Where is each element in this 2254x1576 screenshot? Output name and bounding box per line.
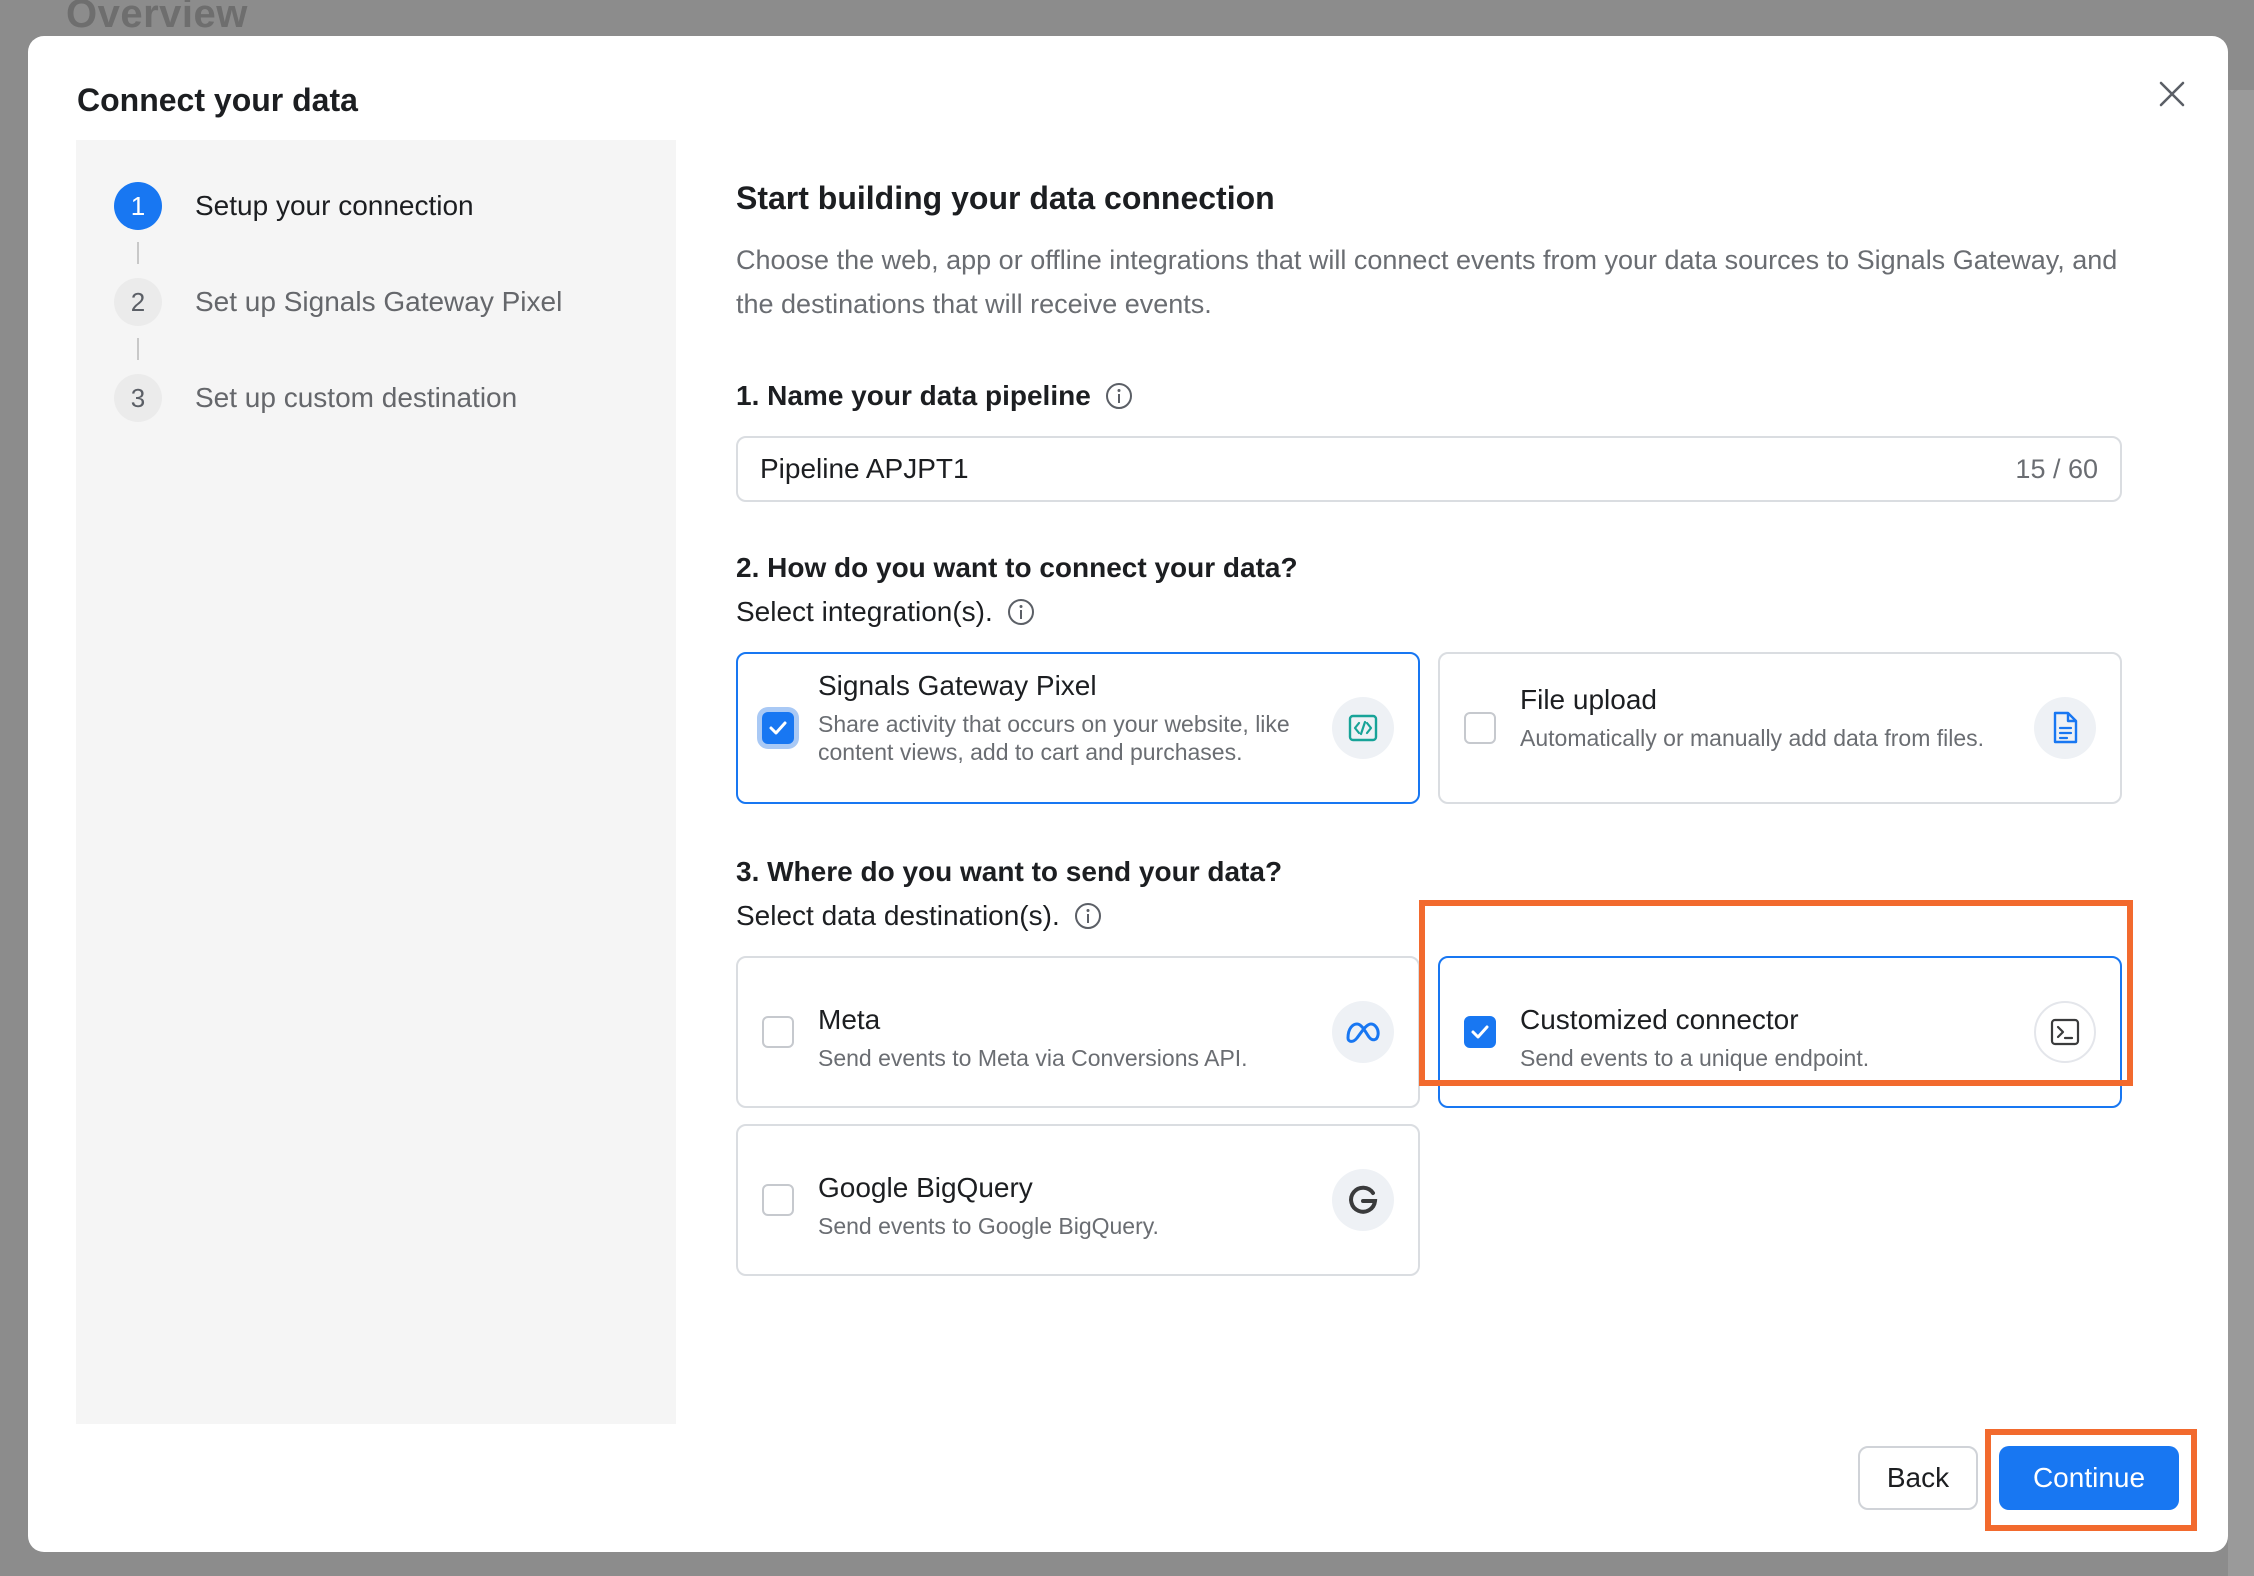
card-description: Automatically or manually add data from … [1520,725,1985,751]
section-3-label: 3. Where do you want to send your data? [736,856,1282,888]
destination-card-google-bigquery[interactable]: Google BigQuery Send events to Google Bi… [736,1124,1420,1276]
file-upload-checkbox[interactable] [1464,712,1496,744]
section-2-sublabel: Select integration(s). [736,596,1035,628]
terminal-icon [2034,1001,2096,1063]
close-button[interactable] [2152,74,2192,114]
signals-gateway-pixel-checkbox[interactable] [762,712,794,744]
customized-connector-checkbox[interactable] [1464,1016,1496,1048]
stepper-sidebar: 1 Setup your connection 2 Set up Signals… [76,140,676,1424]
destination-card-customized-connector[interactable]: Customized connector Send events to a un… [1438,956,2122,1108]
section-3-subtitle: Select data destination(s). [736,900,1060,931]
meta-icon [1332,1001,1394,1063]
checkmark-icon [769,721,787,735]
info-icon[interactable] [1105,382,1133,410]
card-description: Send events to Google BigQuery. [818,1213,1159,1239]
step-1-label: Setup your connection [195,190,474,221]
section-2-subtitle: Select integration(s). [736,596,993,627]
google-bigquery-checkbox[interactable] [762,1184,794,1216]
section-3-sublabel: Select data destination(s). [736,900,1102,932]
back-button[interactable]: Back [1858,1446,1978,1510]
content-description: Choose the web, app or offline integrati… [736,245,2118,319]
step-connector [137,338,139,360]
card-title: Signals Gateway Pixel [818,670,1097,701]
step-2: 2 Set up Signals Gateway Pixel [114,278,562,326]
file-icon [2034,697,2096,759]
section-2-title: 2. How do you want to connect your data? [736,552,1298,583]
background-page-title: Overview [66,0,248,36]
integration-card-signals-gateway-pixel[interactable]: Signals Gateway Pixel Share activity tha… [736,652,1420,804]
section-1-label: 1. Name your data pipeline [736,380,1133,412]
card-description: Send events to a unique endpoint. [1520,1045,1870,1071]
step-1-number: 1 [114,182,162,230]
checkmark-icon [1471,1025,1489,1039]
destination-card-meta[interactable]: Meta Send events to Meta via Conversions… [736,956,1420,1108]
card-title: Google BigQuery [818,1172,1033,1203]
step-2-number: 2 [114,278,162,326]
info-icon[interactable] [1007,598,1035,626]
google-icon [1332,1169,1394,1231]
card-title: File upload [1520,684,1657,715]
step-2-label: Set up Signals Gateway Pixel [195,286,563,317]
pipeline-name-field[interactable]: 15 / 60 [736,436,2122,502]
content-heading: Start building your data connection [736,180,1275,216]
close-icon [2159,81,2185,107]
card-description: Share activity that occurs on your websi… [818,711,1290,765]
integration-card-file-upload[interactable]: File upload Automatically or manually ad… [1438,652,2122,804]
pipeline-name-input[interactable] [760,453,2016,485]
info-icon[interactable] [1074,902,1102,930]
section-1-title: 1. Name your data pipeline [736,380,1091,411]
meta-checkbox[interactable] [762,1016,794,1048]
section-2-label: 2. How do you want to connect your data? [736,552,1298,584]
card-description: Send events to Meta via Conversions API. [818,1045,1248,1071]
char-count: 15 / 60 [2015,453,2098,484]
step-3: 3 Set up custom destination [114,374,517,422]
card-title: Customized connector [1520,1004,1799,1035]
step-connector [137,242,139,264]
step-3-label: Set up custom destination [195,382,518,413]
continue-button[interactable]: Continue [1999,1446,2179,1510]
step-3-number: 3 [114,374,162,422]
section-3-title: 3. Where do you want to send your data? [736,856,1283,887]
card-title: Meta [818,1004,881,1035]
step-1: 1 Setup your connection [114,182,474,230]
modal-title: Connect your data [77,82,358,118]
connect-data-modal: Connect your data 1 Setup your connectio… [28,36,2228,1552]
code-icon [1332,697,1394,759]
background-panel [2228,90,2254,1576]
